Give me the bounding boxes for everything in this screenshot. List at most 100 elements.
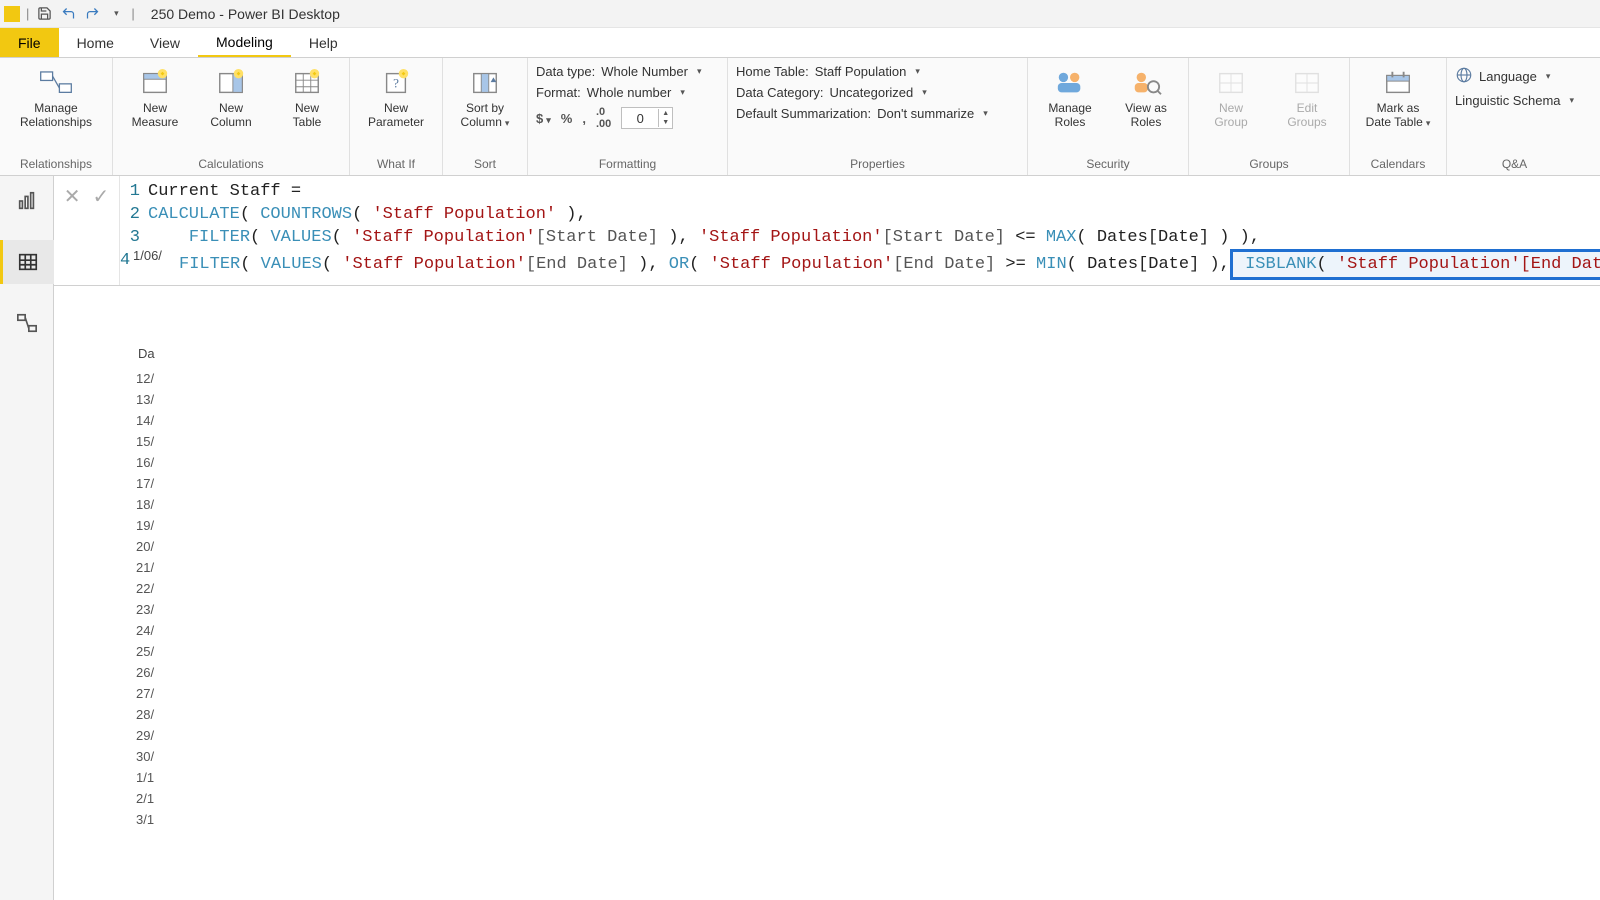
formula-cancel-button[interactable]: ✕ bbox=[64, 184, 81, 209]
formula-editor[interactable]: 1 Current Staff = 2 CALCULATE( COUNTROWS… bbox=[120, 176, 1600, 285]
data-row[interactable]: 12/ bbox=[136, 368, 154, 389]
globe-icon bbox=[1455, 66, 1473, 87]
manage-roles-label: Manage Roles bbox=[1048, 102, 1091, 130]
new-group-label: New Group bbox=[1214, 102, 1247, 130]
linguistic-schema-dropdown[interactable]: Linguistic Schema ▾ bbox=[1455, 93, 1574, 108]
tab-view[interactable]: View bbox=[132, 28, 198, 57]
new-measure-label: New Measure bbox=[132, 102, 179, 130]
new-measure-icon bbox=[138, 66, 172, 100]
thousands-button[interactable]: , bbox=[582, 111, 586, 126]
manage-relationships-button[interactable]: Manage Relationships bbox=[8, 62, 104, 134]
data-row[interactable]: 30/ bbox=[136, 746, 154, 767]
chevron-down-icon: ▾ bbox=[1546, 71, 1551, 82]
chevron-down-icon: ▾ bbox=[697, 66, 702, 77]
formula-line-4: FILTER( VALUES( 'Staff Population'[End D… bbox=[138, 249, 1600, 280]
data-row[interactable]: 22/ bbox=[136, 578, 154, 599]
new-parameter-button[interactable]: ? New Parameter bbox=[358, 62, 434, 134]
edit-groups-label: Edit Groups bbox=[1287, 102, 1326, 130]
new-measure-button[interactable]: New Measure bbox=[121, 62, 189, 134]
formula-line-3: FILTER( VALUES( 'Staff Population'[Start… bbox=[148, 226, 1260, 249]
home-table-dropdown[interactable]: Home Table: Staff Population ▾ bbox=[736, 64, 988, 79]
formula-commit-button[interactable]: ✓ bbox=[93, 184, 110, 209]
sort-by-column-icon bbox=[468, 66, 502, 100]
data-row[interactable]: 2/1 bbox=[136, 788, 154, 809]
group-label-groups: Groups bbox=[1197, 155, 1341, 175]
new-table-label: New Table bbox=[293, 102, 322, 130]
data-view-button[interactable] bbox=[0, 240, 54, 284]
sort-by-column-button[interactable]: Sort by Column▾ bbox=[451, 62, 519, 134]
tab-modeling[interactable]: Modeling bbox=[198, 28, 291, 57]
undo-icon[interactable] bbox=[59, 5, 77, 23]
new-column-button[interactable]: New Column bbox=[197, 62, 265, 134]
format-value: Whole number bbox=[587, 85, 672, 100]
ribbon-group-calculations: New Measure New Column New Table Calcula… bbox=[113, 58, 350, 175]
percent-button[interactable]: % bbox=[561, 111, 573, 126]
model-view-button[interactable] bbox=[12, 308, 42, 338]
data-row[interactable]: 21/ bbox=[136, 557, 154, 578]
ribbon-group-formatting: Data type: Whole Number ▾ Format: Whole … bbox=[528, 58, 728, 175]
title-separator: | bbox=[131, 6, 134, 21]
group-label-whatif: What If bbox=[358, 155, 434, 175]
mark-date-table-label: Mark as Date Table▾ bbox=[1366, 102, 1431, 130]
window-title: 250 Demo - Power BI Desktop bbox=[151, 6, 340, 22]
qat-dropdown-icon[interactable]: ▾ bbox=[107, 5, 125, 23]
ribbon-group-qa: Language ▾ Linguistic Schema ▾ Q&A bbox=[1447, 58, 1582, 175]
data-rows: 12/13/14/15/16/17/18/19/20/21/22/23/24/2… bbox=[136, 368, 154, 830]
format-dropdown[interactable]: Format: Whole number ▾ bbox=[536, 85, 702, 100]
datatype-dropdown[interactable]: Data type: Whole Number ▾ bbox=[536, 64, 702, 79]
app-icon bbox=[4, 6, 20, 22]
group-label-properties: Properties bbox=[736, 155, 1019, 175]
group-label-security: Security bbox=[1036, 155, 1180, 175]
report-view-button[interactable] bbox=[12, 186, 42, 216]
formula-line-1: Current Staff = bbox=[148, 180, 301, 203]
data-row[interactable]: 1/1 bbox=[136, 767, 154, 788]
data-row[interactable]: 18/ bbox=[136, 494, 154, 515]
currency-button[interactable]: $▾ bbox=[536, 111, 551, 126]
language-label: Language bbox=[1479, 69, 1537, 84]
highlighted-segment: ISBLANK( 'Staff Population'[End Date] ) … bbox=[1230, 249, 1600, 280]
ribbon-group-sort: Sort by Column▾ Sort bbox=[443, 58, 528, 175]
new-group-icon bbox=[1214, 66, 1248, 100]
data-row[interactable]: 20/ bbox=[136, 536, 154, 557]
datatype-label: Data type: bbox=[536, 64, 595, 79]
data-row[interactable]: 29/ bbox=[136, 725, 154, 746]
new-table-button[interactable]: New Table bbox=[273, 62, 341, 134]
data-row[interactable]: 25/ bbox=[136, 641, 154, 662]
data-row[interactable]: 13/ bbox=[136, 389, 154, 410]
tab-help[interactable]: Help bbox=[291, 28, 356, 57]
data-category-label: Data Category: bbox=[736, 85, 823, 100]
data-row[interactable]: 16/ bbox=[136, 452, 154, 473]
tab-home[interactable]: Home bbox=[59, 28, 132, 57]
data-category-dropdown[interactable]: Data Category: Uncategorized ▾ bbox=[736, 85, 988, 100]
group-label-qa: Q&A bbox=[1455, 155, 1574, 175]
view-as-roles-button[interactable]: View as Roles bbox=[1112, 62, 1180, 134]
ribbon-group-properties: Home Table: Staff Population ▾ Data Cate… bbox=[728, 58, 1028, 175]
data-row[interactable]: 23/ bbox=[136, 599, 154, 620]
data-row[interactable]: 14/ bbox=[136, 410, 154, 431]
default-summarization-dropdown[interactable]: Default Summarization: Don't summarize ▾ bbox=[736, 106, 988, 121]
tab-file[interactable]: File bbox=[0, 28, 59, 57]
data-row[interactable]: 26/ bbox=[136, 662, 154, 683]
language-dropdown[interactable]: Language ▾ bbox=[1455, 66, 1574, 87]
data-row[interactable]: 15/ bbox=[136, 431, 154, 452]
data-row[interactable]: 28/ bbox=[136, 704, 154, 725]
view-as-roles-label: View as Roles bbox=[1125, 102, 1167, 130]
mark-date-table-button[interactable]: Mark as Date Table▾ bbox=[1358, 62, 1438, 134]
decimal-places-input[interactable]: 0 ▲▼ bbox=[621, 107, 673, 129]
redo-icon[interactable] bbox=[83, 5, 101, 23]
home-table-value: Staff Population bbox=[815, 64, 907, 79]
manage-relationships-icon bbox=[39, 66, 73, 100]
data-row[interactable]: 24/ bbox=[136, 620, 154, 641]
decimal-spinner[interactable]: ▲▼ bbox=[658, 109, 672, 127]
edit-groups-button: Edit Groups bbox=[1273, 62, 1341, 134]
new-group-button: New Group bbox=[1197, 62, 1265, 134]
group-label-formatting: Formatting bbox=[536, 155, 719, 175]
data-row[interactable]: 27/ bbox=[136, 683, 154, 704]
manage-roles-button[interactable]: Manage Roles bbox=[1036, 62, 1104, 134]
summarization-value: Don't summarize bbox=[877, 106, 974, 121]
group-label-relationships: Relationships bbox=[8, 155, 104, 175]
data-row[interactable]: 17/ bbox=[136, 473, 154, 494]
save-icon[interactable] bbox=[35, 5, 53, 23]
data-row[interactable]: 19/ bbox=[136, 515, 154, 536]
data-row[interactable]: 3/1 bbox=[136, 809, 154, 830]
